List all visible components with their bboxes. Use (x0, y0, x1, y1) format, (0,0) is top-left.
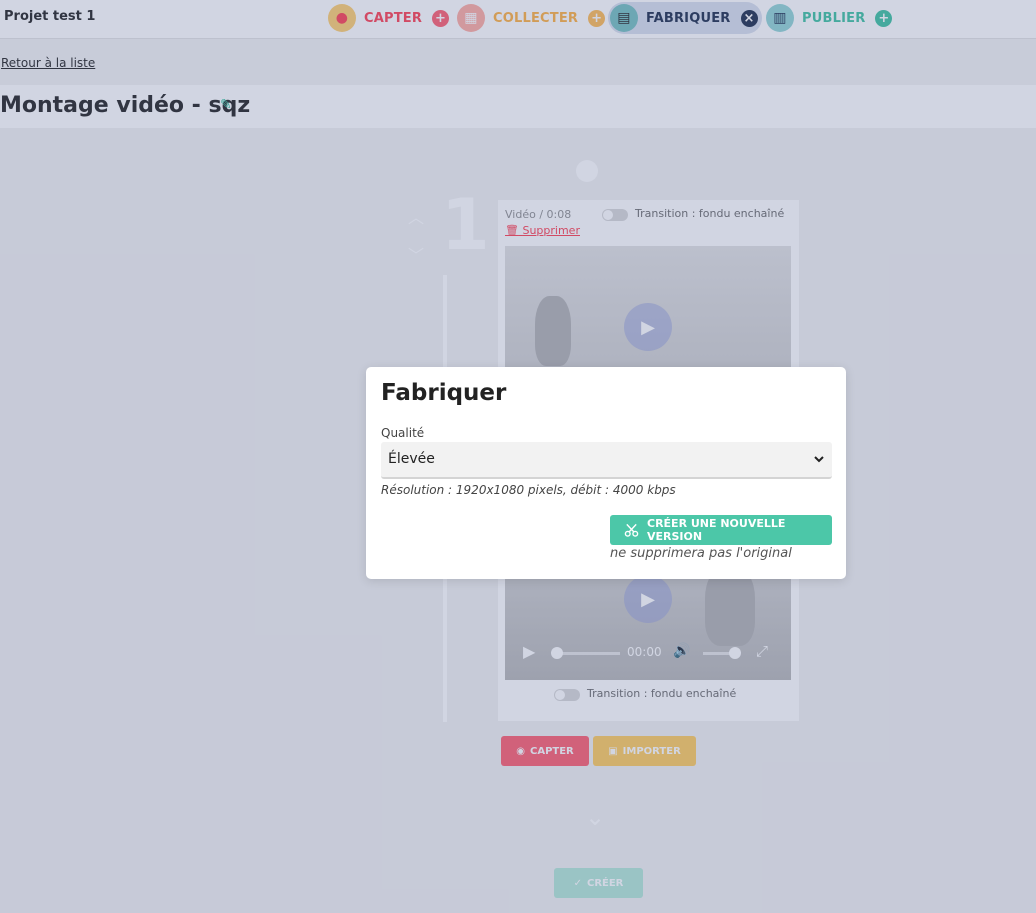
quality-select[interactable]: Élevée (381, 442, 832, 479)
quality-label: Qualité (381, 426, 425, 440)
modal-title: Fabriquer (381, 380, 507, 406)
resolution-info: Résolution : 1920x1080 pixels, débit : 4… (381, 483, 676, 497)
quality-selected-value: Élevée (388, 451, 435, 467)
fabriquer-modal: Fabriquer Qualité Élevée Résolution : 19… (366, 367, 846, 579)
chevron-down-icon (814, 456, 824, 463)
create-new-version-label: CRÉER UNE NOUVELLE VERSION (647, 517, 786, 543)
create-new-version-button[interactable]: CRÉER UNE NOUVELLE VERSION (610, 515, 832, 545)
keep-original-note: ne supprimera pas l'original (610, 546, 792, 561)
scissors-icon (624, 523, 639, 537)
